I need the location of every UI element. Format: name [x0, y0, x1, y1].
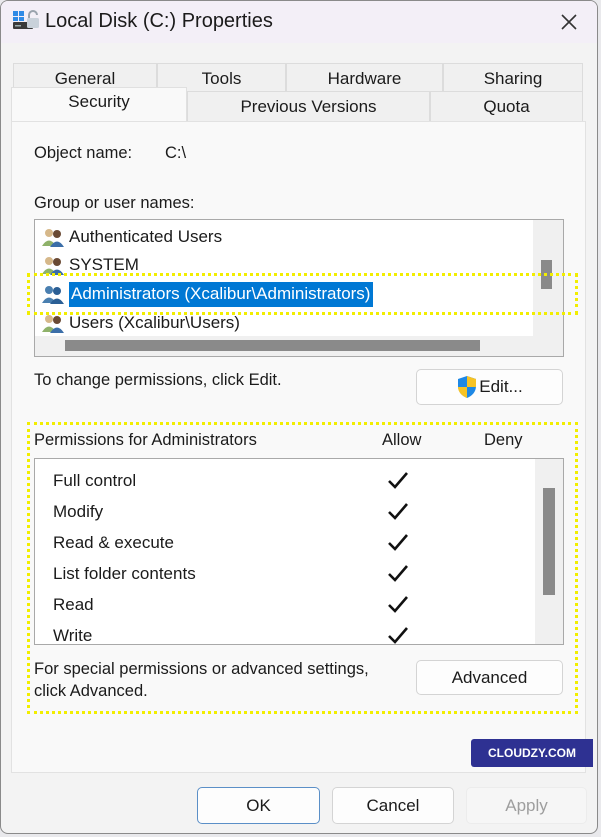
title-bar: Local Disk (C:) Properties [1, 1, 597, 43]
group-user-names-label: Group or user names: [34, 194, 195, 212]
permission-row: Modify [53, 500, 408, 528]
uac-shield-icon [458, 376, 477, 398]
advanced-button[interactable]: Advanced [416, 660, 563, 695]
allow-checkmark-icon [388, 565, 408, 582]
deny-column-header: Deny [484, 431, 523, 449]
list-item-label: SYSTEM [69, 255, 139, 274]
permission-name: Full control [53, 471, 137, 490]
tab-previous-versions[interactable]: Previous Versions [187, 91, 430, 121]
list-item-label: Authenticated Users [69, 227, 223, 246]
permission-row: Full control [53, 469, 408, 497]
object-name-label: Object name: [34, 144, 133, 162]
allow-checkmark-icon [388, 627, 408, 644]
change-permissions-hint: To change permissions, click Edit. [34, 371, 282, 389]
tab-quota[interactable]: Quota [430, 91, 583, 121]
permission-name: Read [53, 595, 94, 614]
edit-button-label: Edit... [479, 377, 523, 396]
permission-row: List folder contents [53, 562, 408, 590]
list-item-label: Users (Xcalibur\Users) [69, 313, 240, 332]
allow-checkmark-icon [388, 503, 408, 520]
users-group-icon [42, 229, 64, 247]
watermark-badge: CLOUDZY.COM [471, 739, 593, 767]
permission-row: Read & execute [53, 531, 408, 559]
advanced-hint-line2: click Advanced. [34, 682, 148, 700]
allow-column-header: Allow [382, 431, 422, 449]
properties-dialog: Local Disk (C:) Properties General Tools… [0, 0, 598, 834]
user-list-horizontal-scrollbar[interactable] [35, 336, 563, 356]
permission-name: Write [53, 626, 93, 645]
allow-checkmark-icon [388, 596, 408, 613]
scrollbar-thumb[interactable] [65, 340, 480, 351]
tab-hardware[interactable]: Hardware [286, 63, 443, 91]
permission-row: Read [53, 593, 408, 621]
permissions-vertical-scrollbar[interactable] [535, 459, 563, 644]
permission-name: List folder contents [53, 564, 196, 583]
close-button[interactable] [541, 1, 597, 43]
close-icon [561, 14, 577, 30]
edit-button[interactable]: Edit... [416, 369, 563, 405]
users-group-icon [42, 315, 64, 333]
apply-button[interactable]: Apply [466, 787, 587, 824]
tab-sharing[interactable]: Sharing [443, 63, 583, 91]
permission-name: Read & execute [53, 533, 174, 552]
permissions-for-label: Permissions for Administrators [34, 431, 257, 449]
allow-checkmark-icon [388, 472, 408, 489]
permissions-list: Full control Modify Read & execute List fol… [34, 458, 564, 645]
highlight-selected-user [27, 273, 578, 315]
list-item-authenticated-users[interactable]: Authenticated Users [41, 223, 222, 251]
ok-button[interactable]: OK [197, 787, 320, 824]
permission-name: Modify [53, 502, 104, 521]
tab-security[interactable]: Security [11, 87, 187, 121]
drive-properties-icon [13, 10, 39, 29]
scrollbar-thumb[interactable] [543, 488, 555, 595]
object-name-value: C:\ [165, 144, 187, 162]
allow-checkmark-icon [388, 534, 408, 551]
window-title: Local Disk (C:) Properties [45, 10, 273, 32]
permission-row: Write [53, 624, 408, 645]
cancel-button[interactable]: Cancel [332, 787, 454, 824]
advanced-hint-line1: For special permissions or advanced sett… [34, 660, 369, 678]
